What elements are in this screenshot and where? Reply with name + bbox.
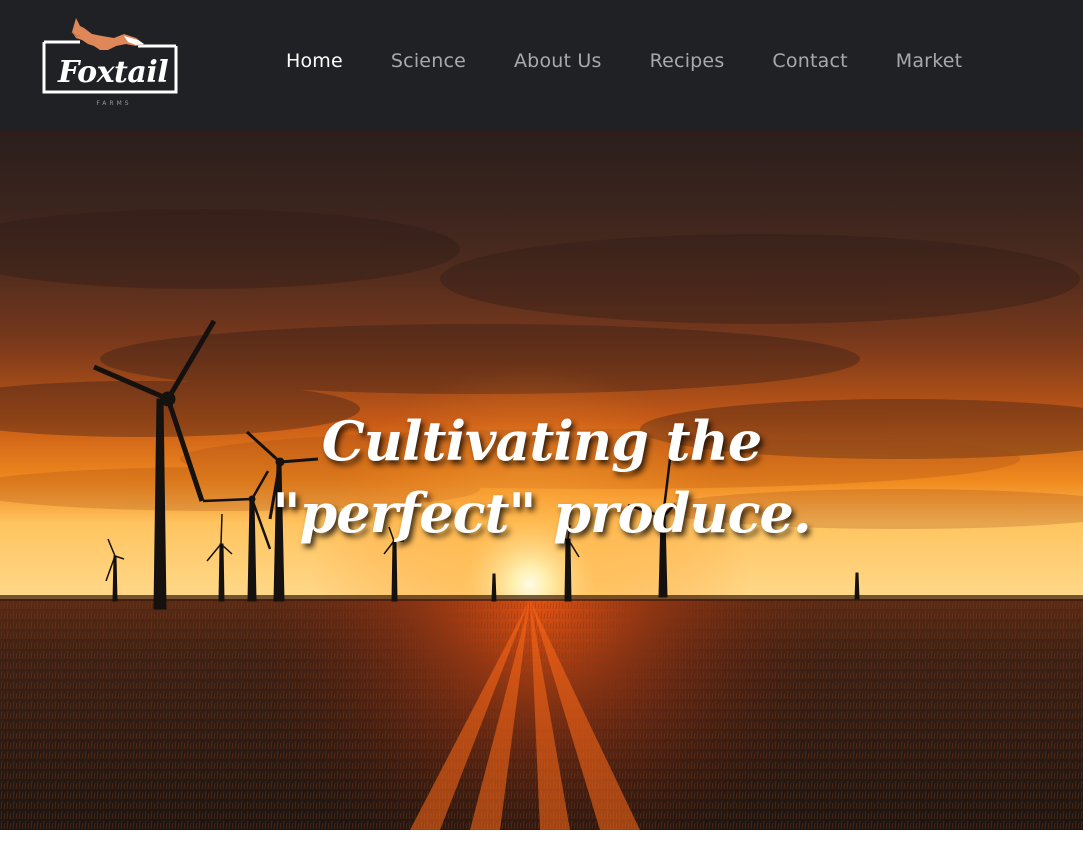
hero-banner: Cultivating the "perfect" produce.	[0, 129, 1083, 830]
nav-contact-link[interactable]: Contact	[772, 50, 847, 72]
nav-science-link[interactable]: Science	[391, 50, 466, 72]
foxtail-farms-logo[interactable]: Foxtail FARMS	[40, 14, 182, 114]
fox-icon	[71, 18, 144, 50]
hero-headline-line1: Cultivating the	[321, 409, 762, 473]
logo-wordmark: Foxtail	[54, 58, 169, 88]
logo-tagline: FARMS	[96, 100, 132, 107]
hero-headline-line2: "perfect" produce.	[272, 481, 811, 545]
nav-recipes-link[interactable]: Recipes	[650, 50, 725, 72]
main-nav: Home Science About Us Recipes Contact Ma…	[286, 47, 962, 75]
page-content-below-hero	[0, 830, 1083, 864]
hero-headline: Cultivating the "perfect" produce.	[0, 405, 1083, 549]
nav-home-link[interactable]: Home	[286, 50, 343, 72]
nav-about-us-link[interactable]: About Us	[514, 50, 602, 72]
site-header: Foxtail FARMS Home Science About Us Reci…	[0, 0, 1083, 129]
nav-market-link[interactable]: Market	[896, 50, 963, 72]
